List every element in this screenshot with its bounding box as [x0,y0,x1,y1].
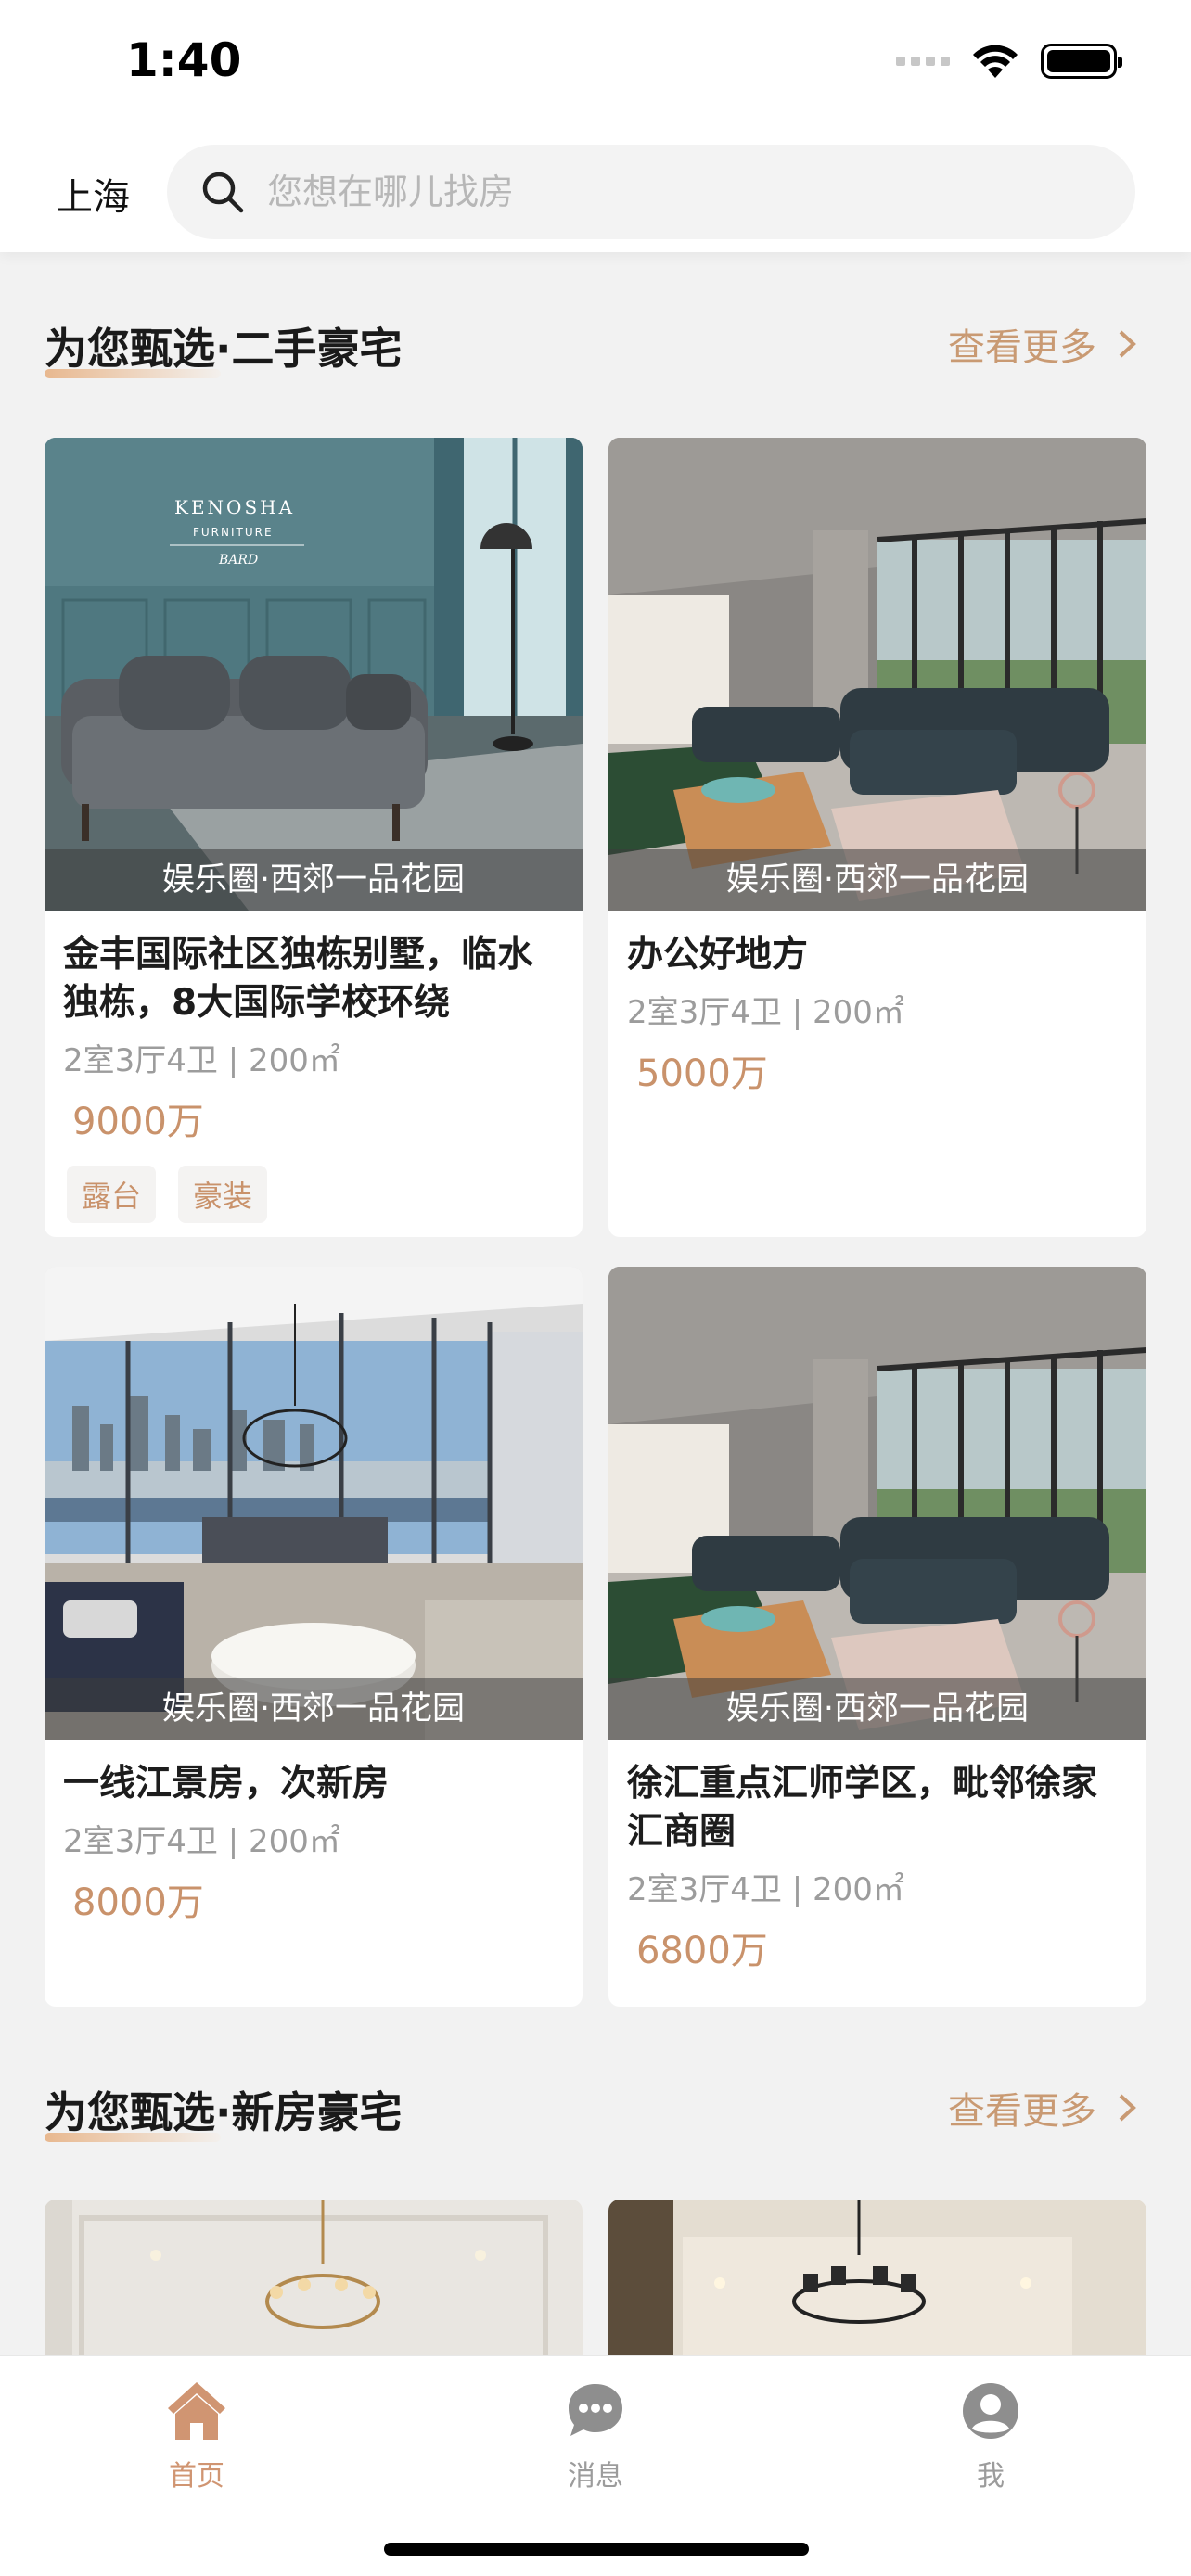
city-selector[interactable]: 上海 [56,167,130,221]
search-bar[interactable] [167,145,1135,239]
living-room-photo: KENOSHA FURNITURE BARD [45,438,583,911]
top-header: 1:40 上海 [0,0,1191,252]
home-icon [168,2382,225,2440]
tab-messages-label: 消息 [568,2460,623,2493]
loft-living-room-photo [608,1267,1146,1740]
battery-icon [1041,44,1122,79]
listing-meta: 2室3厅4卫 | 200㎡ [63,1042,340,1079]
status-icons [896,43,1122,80]
view-more-label: 查看更多 [948,2090,1096,2133]
listing-meta: 2室3厅4卫 | 200㎡ [627,1871,904,1908]
tab-me[interactable]: 我 [898,2378,1083,2493]
listing-title: 徐汇重点汇师学区，毗邻徐家汇商圈 [627,1763,1098,1853]
river-view-apartment-photo [45,1267,583,1740]
bottom-tab-bar: 首页 消息 我 [0,2355,1191,2576]
tag-luxury-decor: 豪装 [178,1166,268,1223]
loft-living-room-photo [608,438,1146,911]
section-title-new-homes: 为您甄选·新房豪宅 [45,2087,403,2137]
listing-title: 一线江景房，次新房 [63,1763,390,1804]
chat-icon [569,2384,622,2436]
view-more-label: 查看更多 [948,326,1096,369]
listing-price: 8000万 [72,1881,204,1924]
svg-text:BARD: BARD [218,553,258,567]
listing-photo: KENOSHA FURNITURE BARD 娱乐圈·西郊一品花园 [45,438,583,911]
listing-photo: 娱乐圈·西郊一品花园 [45,1267,583,1740]
listing-photo: 娱乐圈·西郊一品花园 [608,1267,1146,1740]
tab-home[interactable]: 首页 [104,2378,289,2493]
listing-card[interactable]: 娱乐圈·西郊一品花园 一线江景房，次新房 2室3厅4卫 | 200㎡ 8000万 [45,1267,583,2007]
listing-title: 办公好地方 [627,934,809,976]
listing-title: 金丰国际社区独栋别墅，临水独栋，8大国际学校环绕 [63,934,534,1024]
listing-caption: 娱乐圈·西郊一品花园 [608,849,1146,911]
view-more-second-hand[interactable]: 查看更多 [948,317,1139,371]
wifi-icon [973,45,1018,78]
svg-text:FURNITURE: FURNITURE [193,526,274,539]
view-more-new-homes[interactable]: 查看更多 [948,2081,1139,2135]
chevron-right-icon [1119,330,1136,358]
tab-messages[interactable]: 消息 [503,2378,688,2493]
chevron-right-icon [1119,2094,1136,2122]
listing-card[interactable]: KENOSHA FURNITURE BARD 娱乐圈·西郊一品花园 金丰国际社区… [45,438,583,1237]
section-title-second-hand: 为您甄选·二手豪宅 [45,324,403,374]
listing-card[interactable]: 娱乐圈·西郊一品花园 办公好地方 2室3厅4卫 | 200㎡ 5000万 [608,438,1146,1237]
user-icon [963,2383,1018,2439]
listing-meta: 2室3厅4卫 | 200㎡ [627,994,904,1031]
listing-tags: 露台 豪装 [45,1145,583,1223]
listing-caption: 娱乐圈·西郊一品花园 [45,849,583,911]
search-input[interactable] [267,172,1009,212]
signal-icon [896,57,950,66]
home-indicator [384,2543,809,2556]
status-time: 1:40 [126,33,242,87]
svg-text:KENOSHA: KENOSHA [174,496,295,518]
listing-caption: 娱乐圈·西郊一品花园 [608,1678,1146,1740]
listing-price: 6800万 [636,1930,768,1972]
listing-card[interactable]: 娱乐圈·西郊一品花园 徐汇重点汇师学区，毗邻徐家汇商圈 2室3厅4卫 | 200… [608,1267,1146,2007]
search-icon [202,172,244,213]
listing-price: 9000万 [72,1101,204,1143]
tab-me-label: 我 [977,2460,1005,2493]
listing-photo: 娱乐圈·西郊一品花园 [608,438,1146,911]
tag-terrace: 露台 [67,1166,157,1223]
listing-caption: 娱乐圈·西郊一品花园 [45,1678,583,1740]
tab-home-label: 首页 [169,2460,224,2493]
listing-price: 5000万 [636,1052,768,1095]
listing-meta: 2室3厅4卫 | 200㎡ [63,1823,340,1860]
